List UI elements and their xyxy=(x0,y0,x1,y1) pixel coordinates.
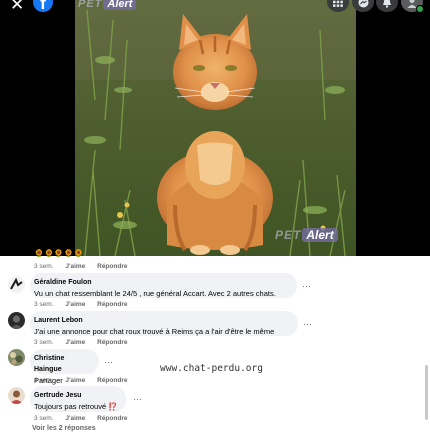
like-link[interactable]: J'aime xyxy=(65,263,85,270)
cat-photo xyxy=(75,0,356,256)
comment-meta: 3 sem. J'aime Répondre xyxy=(34,415,137,422)
scrollbar[interactable] xyxy=(425,365,428,420)
comment-time: 3 sem. xyxy=(34,377,54,384)
pet-alert-watermark-top: PET Alert xyxy=(78,0,137,10)
comment-options-icon[interactable]: ··· xyxy=(133,394,142,404)
close-icon[interactable]: ✕ xyxy=(10,0,24,13)
comment-author[interactable]: Géraldine Foulon xyxy=(34,277,291,288)
comment-author[interactable]: Gertrude Jesu xyxy=(34,390,120,401)
comment-meta: 3 sem. J'aime Répondre xyxy=(34,339,137,346)
site-watermark: www.chat-perdu.org xyxy=(158,362,265,375)
comment-options-icon[interactable]: ··· xyxy=(303,319,312,329)
view-replies-link[interactable]: Voir les 2 réponses xyxy=(32,425,96,432)
comment-time: 3 sem. xyxy=(34,415,54,422)
comment-bubble: Christine Haingue Partager xyxy=(30,349,99,385)
comment-time: 3 sem. xyxy=(34,301,54,308)
comment-time: 3 sem. xyxy=(34,339,54,346)
comment-bubble: Laurent Lebon J'ai une annonce pour chat… xyxy=(30,311,298,336)
comment-meta: 3 sem. J'aime Répondre xyxy=(34,301,137,308)
avatar[interactable] xyxy=(8,276,25,293)
comment-meta: 3 sem. J'aime Répondre xyxy=(34,377,137,384)
like-link[interactable]: J'aime xyxy=(65,377,85,384)
avatar[interactable] xyxy=(8,387,25,404)
reply-link[interactable]: Répondre xyxy=(97,377,127,384)
comment-time: 3 sem. xyxy=(34,263,54,270)
comment-text: Toujours pas retrouvé ⁉️ xyxy=(34,402,118,411)
like-link[interactable]: J'aime xyxy=(65,339,85,346)
comment-author[interactable]: Christine Haingue xyxy=(34,353,93,375)
comment-bubble: Géraldine Foulon Vu un chat ressemblant … xyxy=(30,273,297,298)
avatar[interactable] xyxy=(8,349,25,366)
account-status-dot xyxy=(416,5,424,13)
comment-text: J'ai une annonce pour chat roux trouvé à… xyxy=(34,327,275,336)
comment-options-icon[interactable]: ··· xyxy=(104,357,113,367)
comment-bubble: Gertrude Jesu Toujours pas retrouvé ⁉️ xyxy=(30,386,126,412)
comment-meta: 3 sem. J'aime Répondre xyxy=(34,263,137,270)
reply-link[interactable]: Répondre xyxy=(97,301,127,308)
comments-section: 🌻🌻🌻🌻🌻 3 sem. J'aime Répondre Géraldine F… xyxy=(0,249,430,430)
comment-text: Vu un chat ressemblant le 24/5 , rue gén… xyxy=(34,289,276,298)
comment-author[interactable]: Laurent Lebon xyxy=(34,315,292,326)
pet-alert-watermark-bottom: PET Alert xyxy=(275,228,338,242)
comment-options-icon[interactable]: ··· xyxy=(302,281,311,291)
reply-link[interactable]: Répondre xyxy=(97,339,127,346)
reply-link[interactable]: Répondre xyxy=(97,415,127,422)
like-link[interactable]: J'aime xyxy=(65,415,85,422)
truncated-emoji-row: 🌻🌻🌻🌻🌻 xyxy=(34,249,84,258)
reply-link[interactable]: Répondre xyxy=(97,263,127,270)
like-link[interactable]: J'aime xyxy=(65,301,85,308)
avatar[interactable] xyxy=(8,312,25,329)
